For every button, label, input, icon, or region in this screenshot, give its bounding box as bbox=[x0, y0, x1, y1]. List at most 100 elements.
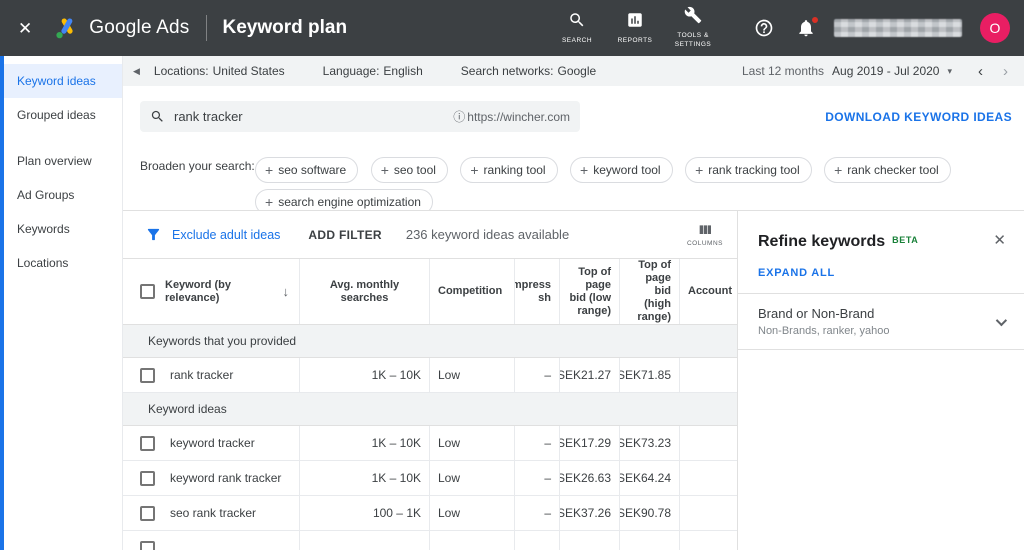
bid-low-cell: SEK21.27 bbox=[560, 358, 620, 392]
reports-nav-button[interactable]: REPORTS bbox=[606, 11, 664, 46]
google-ads-keyword-plan-page: ✕ Google Ads Keyword plan SEARCH RE bbox=[0, 0, 1024, 550]
add-filter-button[interactable]: ADD FILTER bbox=[308, 228, 381, 242]
competition-cell bbox=[430, 531, 515, 550]
header-account[interactable]: Account bbox=[680, 259, 737, 324]
site-filter[interactable]: ⓘ https://wincher.com bbox=[453, 108, 570, 125]
chip-label: seo tool bbox=[394, 163, 436, 177]
plus-icon: + bbox=[580, 163, 588, 177]
search-networks-setting[interactable]: Search networks: Google bbox=[461, 64, 596, 78]
table-row[interactable]: seo rank tracker 100 – 1K Low – SEK37.26… bbox=[123, 496, 737, 531]
sidebar-item-plan-overview[interactable]: Plan overview bbox=[0, 144, 122, 178]
header-competition[interactable]: Competition bbox=[430, 259, 515, 324]
chip-ranking-tool[interactable]: + ranking tool bbox=[460, 157, 557, 183]
columns-icon bbox=[697, 222, 713, 238]
row-checkbox[interactable] bbox=[140, 506, 155, 521]
tools-settings-nav-button[interactable]: TOOLS & SETTINGS bbox=[664, 6, 722, 50]
chip-label: rank checker tool bbox=[847, 163, 938, 177]
chip-label: ranking tool bbox=[484, 163, 546, 177]
avatar[interactable]: O bbox=[980, 13, 1010, 43]
language-label: Language: bbox=[323, 64, 380, 78]
keyword-text: seo rank tracker bbox=[170, 507, 256, 520]
table-row[interactable]: keyword rank tracker 1K – 10K Low – SEK2… bbox=[123, 461, 737, 496]
expand-all-button[interactable]: EXPAND ALL bbox=[738, 251, 1024, 293]
table-row[interactable]: rank tracker 1K – 10K Low – SEK21.27 SEK… bbox=[123, 358, 737, 393]
header-impression-share[interactable]: impress sh bbox=[515, 259, 560, 324]
close-icon[interactable]: ✕ bbox=[993, 233, 1006, 248]
row-checkbox[interactable] bbox=[140, 471, 155, 486]
bid-high-cell: SEK71.85 bbox=[620, 358, 680, 392]
header-keyword[interactable]: Keyword (by relevance) ↓ bbox=[123, 259, 300, 324]
locations-setting[interactable]: Locations: United States bbox=[154, 64, 285, 78]
row-checkbox[interactable] bbox=[140, 541, 155, 550]
close-icon[interactable]: ✕ bbox=[18, 20, 32, 37]
plus-icon: + bbox=[470, 163, 478, 177]
bid-high-cell: SEK64.24 bbox=[620, 461, 680, 495]
previous-period-icon[interactable]: ‹ bbox=[978, 63, 983, 80]
avg-searches-cell bbox=[300, 531, 430, 550]
account-cell bbox=[680, 531, 737, 550]
header-keyword-label: Keyword (by relevance) bbox=[165, 279, 245, 305]
columns-label: COLUMNS bbox=[687, 240, 723, 247]
section-keywords-you-provided: Keywords that you provided bbox=[123, 325, 737, 358]
chevron-down-icon[interactable] bbox=[996, 314, 1007, 325]
exclude-adult-ideas-filter[interactable]: Exclude adult ideas bbox=[172, 228, 280, 242]
chevron-down-icon[interactable]: ▾ bbox=[947, 66, 952, 77]
keyword-search-input[interactable]: rank tracker ⓘ https://wincher.com bbox=[140, 101, 580, 132]
sidebar-item-locations[interactable]: Locations bbox=[0, 246, 122, 280]
select-all-checkbox[interactable] bbox=[140, 284, 155, 299]
chip-seo-tool[interactable]: + seo tool bbox=[371, 157, 448, 183]
sidebar-item-keyword-ideas[interactable]: Keyword ideas bbox=[0, 64, 122, 98]
language-setting[interactable]: Language: English bbox=[323, 64, 423, 78]
wrench-icon bbox=[684, 6, 702, 29]
table-row[interactable]: keyword tracker 1K – 10K Low – SEK17.29 … bbox=[123, 426, 737, 461]
next-period-icon[interactable]: › bbox=[1003, 63, 1008, 80]
columns-button[interactable]: COLUMNS bbox=[687, 222, 723, 247]
keyword-text: rank tracker bbox=[170, 369, 233, 382]
page-title: Keyword plan bbox=[223, 17, 348, 39]
sidebar-item-keywords[interactable]: Keywords bbox=[0, 212, 122, 246]
plan-settings-bar: ◀ Locations: United States Language: Eng… bbox=[123, 56, 1024, 86]
site-url: https://wincher.com bbox=[467, 110, 570, 124]
header-top-of-page-bid-low[interactable]: Top of page bid (low range) bbox=[560, 259, 620, 324]
notifications-bell-icon[interactable] bbox=[796, 18, 816, 38]
help-icon[interactable] bbox=[754, 18, 774, 38]
sort-descending-icon[interactable]: ↓ bbox=[283, 285, 290, 298]
google-ads-logo-icon[interactable] bbox=[54, 15, 80, 41]
search-nav-label: SEARCH bbox=[562, 37, 592, 46]
avg-searches-cell: 1K – 10K bbox=[300, 426, 430, 460]
collapse-panel-icon[interactable]: ◀ bbox=[133, 66, 140, 77]
info-icon: ⓘ bbox=[453, 108, 465, 125]
sidebar-item-ad-groups[interactable]: Ad Groups bbox=[0, 178, 122, 212]
chip-seo-software[interactable]: +seo software bbox=[255, 157, 358, 183]
header-avg-monthly-searches[interactable]: Avg. monthly searches bbox=[300, 259, 430, 324]
table-row-partial[interactable] bbox=[123, 531, 737, 550]
avg-searches-cell: 1K – 10K bbox=[300, 358, 430, 392]
chip-label: rank tracking tool bbox=[708, 163, 799, 177]
refine-group-brand[interactable]: Brand or Non-Brand Non-Brands, ranker, y… bbox=[738, 293, 1024, 350]
date-range-label: Last 12 months bbox=[742, 64, 824, 78]
broaden-search-section: Broaden your search: +seo software +seo … bbox=[123, 147, 1024, 210]
avg-searches-cell: 100 – 1K bbox=[300, 496, 430, 530]
chip-rank-checker-tool[interactable]: +rank checker tool bbox=[824, 157, 951, 183]
keyword-cell: seo rank tracker bbox=[123, 496, 300, 530]
search-nav-button[interactable]: SEARCH bbox=[548, 11, 606, 46]
search-networks-label: Search networks: bbox=[461, 64, 554, 78]
account-cell bbox=[680, 461, 737, 495]
chip-label: seo software bbox=[278, 163, 346, 177]
competition-cell: Low bbox=[430, 461, 515, 495]
row-checkbox[interactable] bbox=[140, 368, 155, 383]
filter-funnel-icon[interactable] bbox=[145, 226, 162, 243]
row-checkbox[interactable] bbox=[140, 436, 155, 451]
sidebar: Keyword ideas Grouped ideas Plan overvie… bbox=[0, 56, 123, 550]
bid-low-cell bbox=[560, 531, 620, 550]
sidebar-item-grouped-ideas[interactable]: Grouped ideas bbox=[0, 98, 122, 132]
chip-keyword-tool[interactable]: +keyword tool bbox=[570, 157, 673, 183]
filter-bar: Exclude adult ideas ADD FILTER 236 keywo… bbox=[123, 211, 737, 259]
header-top-of-page-bid-high[interactable]: Top of page bid (high range) bbox=[620, 259, 680, 324]
plus-icon: + bbox=[381, 163, 389, 177]
search-icon bbox=[150, 109, 165, 124]
download-keyword-ideas-button[interactable]: DOWNLOAD KEYWORD IDEAS bbox=[825, 110, 1012, 124]
date-range-value[interactable]: Aug 2019 - Jul 2020 bbox=[832, 64, 939, 78]
refine-keywords-panel: Refine keywords BETA ✕ EXPAND ALL Brand … bbox=[737, 210, 1024, 550]
chip-rank-tracking-tool[interactable]: +rank tracking tool bbox=[685, 157, 812, 183]
